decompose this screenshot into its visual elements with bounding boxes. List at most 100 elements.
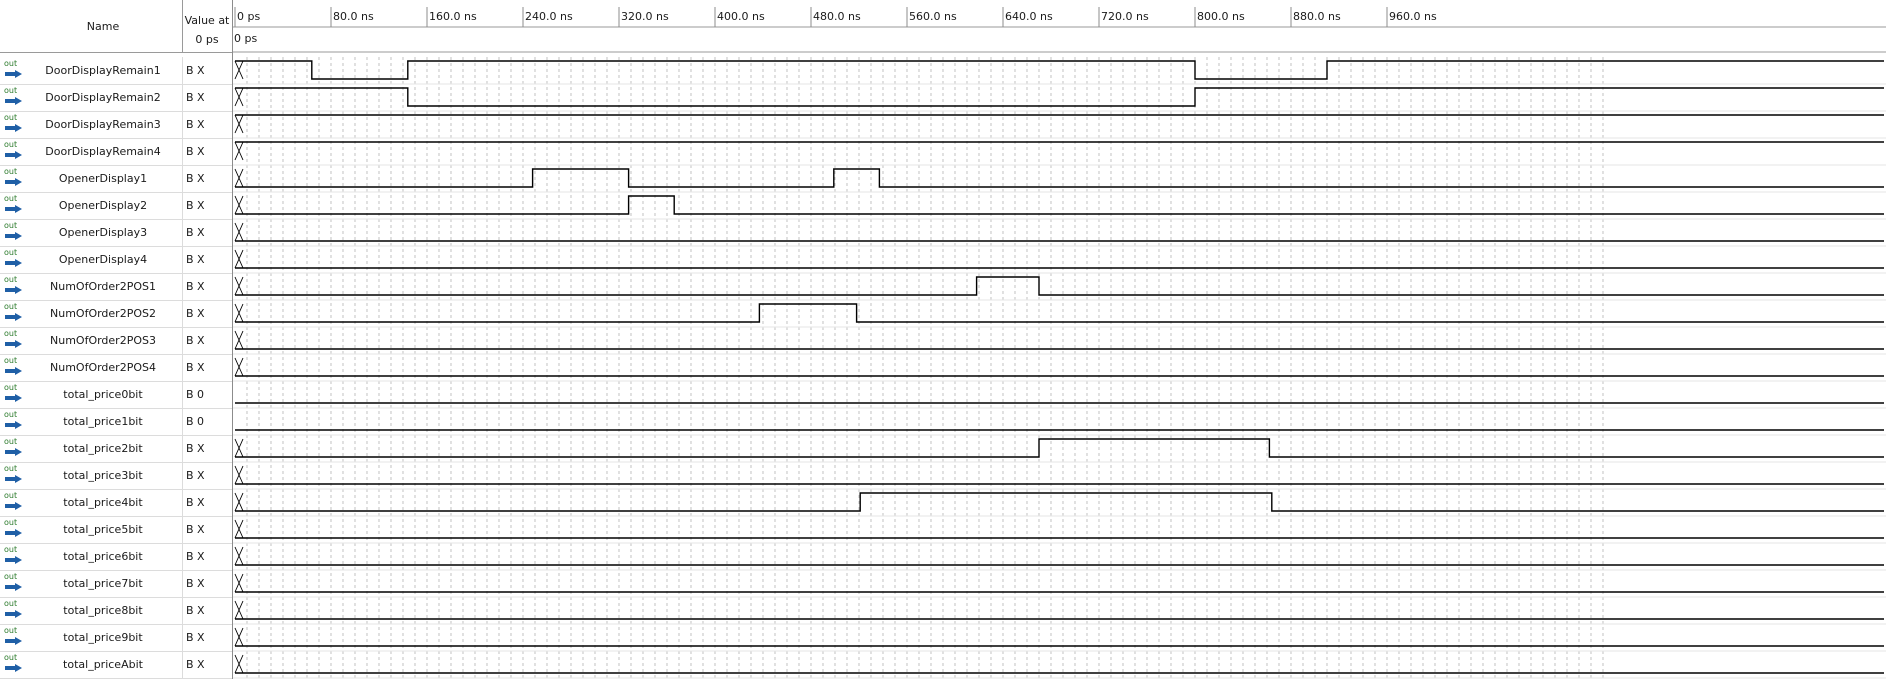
signal-row[interactable]: out NumOfOrder2POS4 B X — [0, 354, 232, 382]
signal-row[interactable]: out NumOfOrder2POS2 B X — [0, 300, 232, 328]
time-tick-label: 960.0 ns — [1389, 10, 1437, 23]
signal-row[interactable]: out NumOfOrder2POS1 B X — [0, 273, 232, 301]
signal-row[interactable]: out total_price1bit B 0 — [0, 408, 232, 436]
signal-value: B X — [186, 658, 205, 671]
signal-row[interactable]: out total_price0bit B 0 — [0, 381, 232, 409]
signal-waveform[interactable] — [235, 60, 1884, 80]
signal-row[interactable]: out OpenerDisplay2 B X — [0, 192, 232, 220]
signal-row[interactable]: out NumOfOrder2POS3 B X — [0, 327, 232, 355]
output-pin-icon-text: out — [4, 383, 18, 392]
signal-value: B X — [186, 631, 205, 644]
waveform-pane[interactable]: 0 ps 80.0 ns 160.0 ns 240.0 ns 320.0 ns 400.0… — [233, 0, 1886, 679]
output-arrow-icon — [5, 367, 22, 375]
output-pin-icon-text: out — [4, 275, 18, 284]
output-pin-icon: out — [4, 167, 24, 188]
output-pin-icon: out — [4, 140, 24, 161]
output-pin-icon: out — [4, 410, 24, 431]
signal-waveform[interactable] — [235, 195, 1884, 215]
signal-name[interactable]: OpenerDisplay2 — [24, 192, 183, 219]
signal-row[interactable]: out DoorDisplayRemain2 B X — [0, 84, 232, 112]
signal-waveform[interactable] — [235, 492, 1884, 512]
signal-name[interactable]: total_price1bit — [24, 408, 183, 435]
output-pin-icon: out — [4, 572, 24, 593]
value-column-header[interactable]: Value at — [183, 14, 231, 27]
signal-waveform[interactable] — [235, 438, 1884, 458]
signal-name[interactable]: total_price0bit — [24, 381, 183, 408]
signal-row[interactable]: out DoorDisplayRemain4 B X — [0, 138, 232, 166]
signal-row[interactable]: out total_price6bit B X — [0, 543, 232, 571]
time-tick-label: 0 ps — [237, 10, 260, 23]
time-tick-label: 160.0 ns — [429, 10, 477, 23]
unknown-state-marker — [234, 573, 244, 593]
output-pin-icon-text: out — [4, 437, 18, 446]
output-arrow-icon — [5, 529, 22, 537]
signal-name[interactable]: total_price4bit — [24, 489, 183, 516]
unknown-state-marker — [234, 168, 244, 188]
signal-name[interactable]: total_price5bit — [24, 516, 183, 543]
signal-name[interactable]: total_price8bit — [24, 597, 183, 624]
signal-value: B X — [186, 334, 205, 347]
signal-name[interactable]: NumOfOrder2POS1 — [24, 273, 183, 300]
name-column-header[interactable]: Name — [24, 0, 183, 52]
signal-name[interactable]: OpenerDisplay4 — [24, 246, 183, 273]
signal-name[interactable]: DoorDisplayRemain4 — [24, 138, 183, 165]
output-pin-icon-text: out — [4, 599, 18, 608]
signal-name[interactable]: total_price3bit — [24, 462, 183, 489]
unknown-state-marker — [234, 492, 244, 512]
signal-waveform[interactable] — [235, 87, 1884, 107]
signal-name[interactable]: DoorDisplayRemain2 — [24, 84, 183, 111]
signal-value: B X — [186, 253, 205, 266]
signal-row[interactable]: out OpenerDisplay4 B X — [0, 246, 232, 274]
output-pin-icon-text: out — [4, 329, 18, 338]
output-pin-icon-text: out — [4, 86, 18, 95]
signal-name[interactable]: OpenerDisplay3 — [24, 219, 183, 246]
signal-waveform[interactable] — [235, 276, 1884, 296]
signal-row[interactable]: out total_price7bit B X — [0, 570, 232, 598]
signal-row[interactable]: out total_price2bit B X — [0, 435, 232, 463]
unknown-state-marker — [234, 654, 244, 674]
output-pin-icon-text: out — [4, 140, 18, 149]
signal-row[interactable]: out total_price5bit B X — [0, 516, 232, 544]
signal-name[interactable]: NumOfOrder2POS3 — [24, 327, 183, 354]
output-pin-icon-text: out — [4, 545, 18, 554]
signal-list-header: Name Value at 0 ps — [0, 0, 232, 53]
signal-name[interactable]: total_price6bit — [24, 543, 183, 570]
output-arrow-icon — [5, 556, 22, 564]
signal-value: B X — [186, 118, 205, 131]
unknown-state-marker — [234, 87, 244, 107]
signal-row[interactable]: out total_priceAbit B X — [0, 651, 232, 679]
signal-name[interactable]: DoorDisplayRemain1 — [24, 57, 183, 84]
signal-row[interactable]: out total_price8bit B X — [0, 597, 232, 625]
signal-name[interactable]: total_price2bit — [24, 435, 183, 462]
signal-row[interactable]: out total_price3bit B X — [0, 462, 232, 490]
signal-name[interactable]: total_priceAbit — [24, 651, 183, 678]
signal-value: B X — [186, 577, 205, 590]
signal-waveform[interactable] — [235, 303, 1884, 323]
signal-value: B X — [186, 442, 205, 455]
output-arrow-icon — [5, 259, 22, 267]
signal-row[interactable]: out OpenerDisplay3 B X — [0, 219, 232, 247]
signal-row[interactable]: out total_price9bit B X — [0, 624, 232, 652]
signal-name[interactable]: total_price9bit — [24, 624, 183, 651]
output-arrow-icon — [5, 97, 22, 105]
signal-row[interactable]: out DoorDisplayRemain1 B X — [0, 57, 232, 85]
signal-name[interactable]: NumOfOrder2POS2 — [24, 300, 183, 327]
unknown-state-marker — [234, 600, 244, 620]
signal-name[interactable]: OpenerDisplay1 — [24, 165, 183, 192]
signal-name[interactable]: DoorDisplayRemain3 — [24, 111, 183, 138]
signal-name[interactable]: total_price7bit — [24, 570, 183, 597]
signal-value: B X — [186, 172, 205, 185]
signal-row[interactable]: out OpenerDisplay1 B X — [0, 165, 232, 193]
output-pin-icon-text: out — [4, 518, 18, 527]
output-pin-icon: out — [4, 86, 24, 107]
signal-value: B X — [186, 604, 205, 617]
signal-name[interactable]: NumOfOrder2POS4 — [24, 354, 183, 381]
output-pin-icon: out — [4, 248, 24, 269]
time-tick-label: 80.0 ns — [333, 10, 374, 23]
signal-waveform[interactable] — [235, 168, 1884, 188]
output-pin-icon: out — [4, 437, 24, 458]
output-arrow-icon — [5, 205, 22, 213]
signal-row[interactable]: out DoorDisplayRemain3 B X — [0, 111, 232, 139]
signal-list-pane: Name Value at 0 ps out DoorDisplayRemain1… — [0, 0, 233, 679]
signal-row[interactable]: out total_price4bit B X — [0, 489, 232, 517]
